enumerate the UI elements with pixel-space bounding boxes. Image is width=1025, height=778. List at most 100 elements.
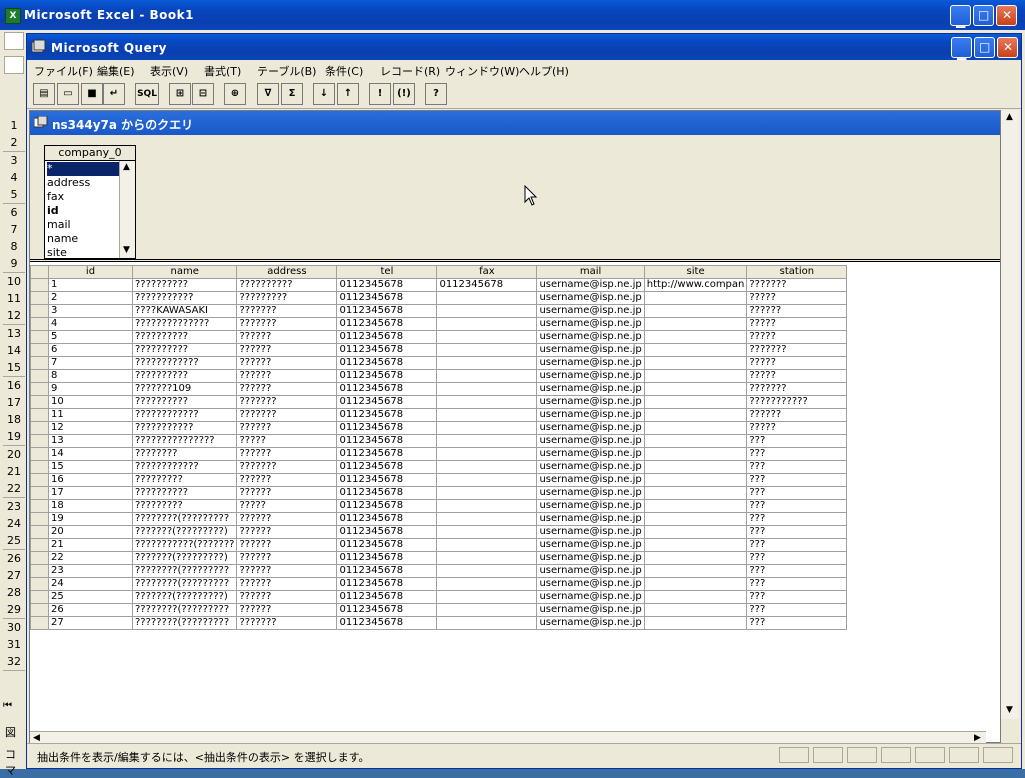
row-selector[interactable] (30, 317, 49, 331)
row-selector[interactable] (30, 421, 49, 435)
menu-edit[interactable]: 編集(E) (97, 63, 135, 79)
grid-cell-mail[interactable]: username@isp.ne.jp (536, 434, 645, 448)
row-header[interactable]: 29 (3, 601, 25, 620)
grid-cell-site[interactable] (643, 356, 748, 370)
auto-query-icon[interactable]: (!) (393, 83, 415, 105)
show-criteria-icon[interactable]: ⊟ (192, 83, 214, 105)
row-selector[interactable] (30, 304, 49, 318)
sql-button[interactable]: SQL (135, 83, 159, 105)
row-header[interactable]: 7 (3, 220, 25, 239)
grid-cell-site[interactable] (643, 395, 748, 409)
grid-cell-tel[interactable]: 0112345678 (336, 408, 438, 422)
col-header-station[interactable]: station (746, 265, 848, 279)
grid-cell-address[interactable]: ?????? (236, 343, 338, 357)
grid-cell-address[interactable]: ?????? (236, 447, 338, 461)
open-icon[interactable]: ▭ (57, 83, 79, 105)
grid-cell-station[interactable]: ??? (746, 564, 848, 578)
grid-cell-id[interactable]: 16 (48, 473, 133, 487)
grid-cell-name[interactable]: ????KAWASAKI (131, 304, 238, 318)
grid-cell-name[interactable]: ????????(????????? (131, 564, 238, 578)
scroll-right-icon[interactable]: ▶ (974, 733, 981, 743)
grid-cell-station[interactable]: ??? (746, 603, 848, 617)
grid-cell-fax[interactable] (436, 603, 538, 617)
grid-cell-name[interactable]: ?????????? (131, 343, 238, 357)
grid-cell-mail[interactable]: username@isp.ne.jp (536, 512, 645, 526)
grid-cell-fax[interactable] (436, 616, 538, 630)
col-header-id[interactable]: id (48, 265, 133, 279)
grid-cell-fax[interactable] (436, 434, 538, 448)
grid-cell-station[interactable]: ????? (746, 330, 848, 344)
grid-cell-fax[interactable] (436, 473, 538, 487)
grid-cell-tel[interactable]: 0112345678 (336, 616, 438, 630)
grid-cell-station[interactable]: ??? (746, 590, 848, 604)
grid-cell-site[interactable] (643, 447, 748, 461)
excel-minimize-button[interactable]: ▁ (950, 5, 971, 28)
grid-cell-station[interactable]: ??? (746, 486, 848, 500)
grid-cell-name[interactable]: ????????(????????? (131, 512, 238, 526)
select-all-cell[interactable] (30, 265, 49, 279)
grid-cell-fax[interactable] (436, 486, 538, 500)
row-header[interactable]: 20 (3, 445, 25, 464)
grid-cell-id[interactable]: 7 (48, 356, 133, 370)
grid-cell-mail[interactable]: username@isp.ne.jp (536, 382, 645, 396)
grid-cell-id[interactable]: 12 (48, 421, 133, 435)
row-header[interactable]: 10 (3, 272, 25, 291)
row-selector[interactable] (30, 382, 49, 396)
grid-cell-fax[interactable] (436, 512, 538, 526)
grid-cell-id[interactable]: 21 (48, 538, 133, 552)
grid-cell-tel[interactable]: 0112345678 (336, 447, 438, 461)
row-header[interactable]: 28 (3, 584, 25, 603)
grid-cell-fax[interactable] (436, 304, 538, 318)
grid-cell-address[interactable]: ??????? (236, 395, 338, 409)
grid-cell-site[interactable] (643, 434, 748, 448)
grid-cell-tel[interactable]: 0112345678 (336, 486, 438, 500)
grid-cell-mail[interactable]: username@isp.ne.jp (536, 590, 645, 604)
col-header-site[interactable]: site (643, 265, 748, 279)
grid-cell-id[interactable]: 14 (48, 447, 133, 461)
grid-cell-id[interactable]: 27 (48, 616, 133, 630)
grid-cell-fax[interactable] (436, 460, 538, 474)
row-header[interactable]: 5 (3, 186, 25, 205)
grid-cell-tel[interactable]: 0112345678 (336, 278, 438, 292)
row-header[interactable]: 3 (3, 151, 25, 170)
row-selector[interactable] (30, 395, 49, 409)
col-header-mail[interactable]: mail (536, 265, 645, 279)
grid-cell-id[interactable]: 5 (48, 330, 133, 344)
grid-cell-tel[interactable]: 0112345678 (336, 525, 438, 539)
grid-cell-station[interactable]: ????? (746, 421, 848, 435)
table-field-scrollbar[interactable]: ▲ ▼ (119, 161, 135, 258)
grid-cell-site[interactable] (643, 564, 748, 578)
grid-cell-station[interactable]: ????? (746, 317, 848, 331)
query-minimize-button[interactable]: ▁ (951, 37, 972, 60)
grid-cell-address[interactable]: ??????? (236, 616, 338, 630)
grid-cell-station[interactable]: ??? (746, 447, 848, 461)
grid-cell-site[interactable] (643, 343, 748, 357)
grid-cell-tel[interactable]: 0112345678 (336, 382, 438, 396)
grid-cell-site[interactable] (643, 538, 748, 552)
grid-cell-name[interactable]: ????????(????????? (131, 603, 238, 617)
add-tables-icon[interactable]: ⊕ (224, 83, 246, 105)
grid-cell-address[interactable]: ??????? (236, 460, 338, 474)
row-header[interactable]: 12 (3, 307, 25, 326)
grid-cell-fax[interactable] (436, 499, 538, 513)
grid-cell-site[interactable] (643, 512, 748, 526)
grid-cell-id[interactable]: 26 (48, 603, 133, 617)
vscroll-down-icon[interactable]: ▼ (1006, 705, 1013, 715)
grid-cell-fax[interactable]: 0112345678 (436, 278, 538, 292)
scroll-left-icon[interactable]: ◀ (33, 733, 40, 743)
menu-file[interactable]: ファイル(F) (34, 63, 93, 79)
grid-cell-name[interactable]: ??????????? (131, 291, 238, 305)
row-header[interactable]: 21 (3, 463, 25, 481)
grid-cell-station[interactable]: ??? (746, 577, 848, 591)
grid-cell-name[interactable]: ????????(????????? (131, 616, 238, 630)
grid-cell-fax[interactable] (436, 421, 538, 435)
row-header[interactable]: 9 (3, 255, 25, 274)
row-selector[interactable] (30, 291, 49, 305)
grid-cell-id[interactable]: 17 (48, 486, 133, 500)
grid-cell-site[interactable]: http://www.compan (643, 278, 748, 292)
grid-cell-fax[interactable] (436, 369, 538, 383)
grid-cell-id[interactable]: 6 (48, 343, 133, 357)
grid-cell-station[interactable]: ??? (746, 499, 848, 513)
row-selector[interactable] (30, 564, 49, 578)
grid-cell-name[interactable]: ?????????? (131, 330, 238, 344)
